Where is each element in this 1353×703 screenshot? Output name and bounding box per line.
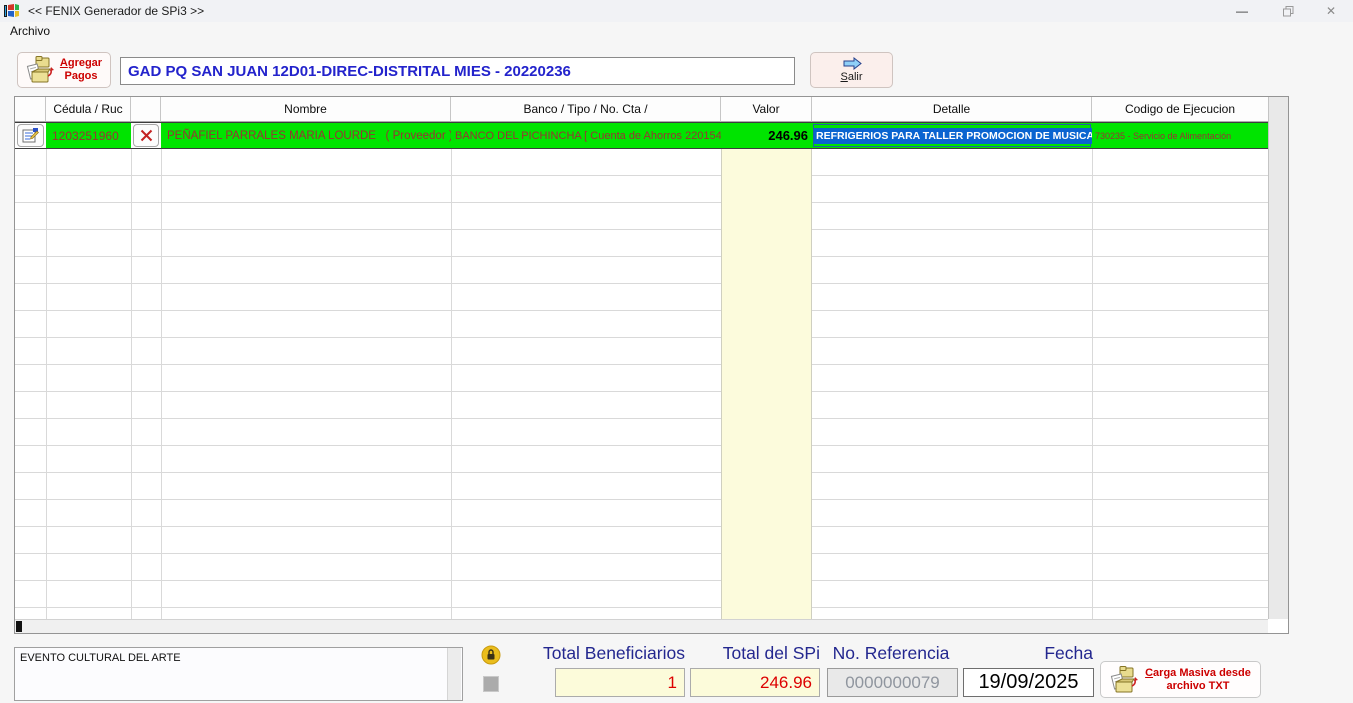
column-separator xyxy=(1092,122,1093,619)
total-spi-field[interactable]: 246.96 xyxy=(690,668,820,697)
table-row: 1203251960 PEÑAFIEL PARRALES MARIA LOURD… xyxy=(15,122,1268,149)
minimize-icon: — xyxy=(1236,4,1248,18)
agregar-pagos-button[interactable]: Agregar Pagos xyxy=(17,52,111,88)
header-nombre: Nombre xyxy=(161,97,451,122)
menu-bar: Archivo xyxy=(0,22,1353,42)
horizontal-scrollbar[interactable] xyxy=(15,619,1268,633)
observaciones-scrollbar[interactable] xyxy=(447,648,461,700)
status-square[interactable] xyxy=(483,676,499,692)
agregar-pagos-label-line2: Pagos xyxy=(64,70,98,82)
header-detalle: Detalle xyxy=(812,97,1092,122)
header-valor: Valor xyxy=(721,97,812,122)
exit-arrow-icon xyxy=(843,57,862,70)
minimize-button[interactable]: — xyxy=(1220,0,1264,22)
valor-column-highlight xyxy=(721,149,812,619)
delete-x-icon xyxy=(140,129,152,142)
restore-icon xyxy=(1282,5,1293,16)
nombre-cell[interactable]: PEÑAFIEL PARRALES MARIA LOURDE ( Proveed… xyxy=(161,123,451,148)
close-icon: ✕ xyxy=(1325,4,1337,18)
delete-cell xyxy=(131,123,161,148)
app-icon xyxy=(4,4,19,17)
detalle-selected-text: REFRIGERIOS PARA TALLER PROMOCION DE MUS… xyxy=(814,127,1092,144)
column-separator xyxy=(131,122,132,619)
header-delete-column xyxy=(131,97,161,122)
fecha-label: Fecha xyxy=(1044,643,1093,663)
column-separator xyxy=(46,122,47,619)
total-spi-label: Total del SPi xyxy=(722,643,820,663)
grid-empty-rows xyxy=(15,149,1268,619)
carga-masiva-label-line2: archivo TXT xyxy=(1166,679,1230,692)
edit-row-button[interactable] xyxy=(17,124,44,147)
detalle-inline-editor[interactable]: REFRIGERIOS PARA TALLER PROMOCION DE MUS… xyxy=(813,124,1092,147)
folder-upload-icon xyxy=(1110,665,1139,692)
restore-button[interactable] xyxy=(1266,0,1310,22)
folder-add-icon xyxy=(26,56,54,83)
total-beneficiarios-field[interactable]: 1 xyxy=(555,668,685,697)
column-separator xyxy=(451,122,452,619)
edit-cell xyxy=(15,123,46,148)
agregar-pagos-label-line1: Agregar xyxy=(59,57,103,69)
fecha-field[interactable]: 19/09/2025 xyxy=(963,668,1094,697)
cedula-cell[interactable]: 1203251960 xyxy=(46,123,131,148)
column-separator xyxy=(161,122,162,619)
close-button[interactable]: ✕ xyxy=(1309,0,1353,22)
payments-grid: Cédula / Ruc Nombre Banco / Tipo / No. C… xyxy=(14,96,1289,634)
salir-button[interactable]: Salir xyxy=(810,52,893,88)
header-codigo: Codigo de Ejecucion xyxy=(1092,97,1268,122)
window-title: << FENIX Generador de SPi3 >> xyxy=(28,4,205,18)
carga-masiva-label-line1: Carga Masiva desde xyxy=(1145,666,1251,679)
horizontal-scrollbar-thumb[interactable] xyxy=(16,621,22,632)
observaciones-textarea[interactable]: EVENTO CULTURAL DEL ARTE xyxy=(14,647,463,701)
valor-cell[interactable]: 246.96 xyxy=(721,123,812,148)
lock-icon xyxy=(481,645,501,665)
referencia-label: No. Referencia xyxy=(832,643,950,663)
beneficiary-title-field[interactable]: GAD PQ SAN JUAN 12D01-DIREC-DISTRITAL MI… xyxy=(120,57,795,85)
carga-masiva-button[interactable]: Carga Masiva desde archivo TXT xyxy=(1100,661,1261,698)
salir-label: Salir xyxy=(840,71,863,83)
header-banco: Banco / Tipo / No. Cta / xyxy=(451,97,721,122)
scrollbar-corner xyxy=(1268,619,1288,633)
title-bar: << FENIX Generador de SPi3 >> — ✕ xyxy=(0,0,1353,22)
edit-form-icon xyxy=(22,128,39,143)
detalle-cell[interactable]: REFRIGERIOS PARA TALLER PROMOCION DE MUS… xyxy=(812,123,1092,148)
codigo-ejecucion-cell[interactable]: 730235 - Servicio de Alimentación xyxy=(1092,123,1268,148)
banco-cell[interactable]: BANCO DEL PICHINCHA [ Cuenta de Ahorros … xyxy=(451,123,721,148)
menu-archivo[interactable]: Archivo xyxy=(10,24,50,38)
delete-row-button[interactable] xyxy=(133,124,159,147)
header-edit-column xyxy=(15,97,46,122)
referencia-field: 0000000079 xyxy=(827,668,958,697)
header-cedula: Cédula / Ruc xyxy=(46,97,131,122)
vertical-scrollbar[interactable] xyxy=(1268,97,1288,619)
